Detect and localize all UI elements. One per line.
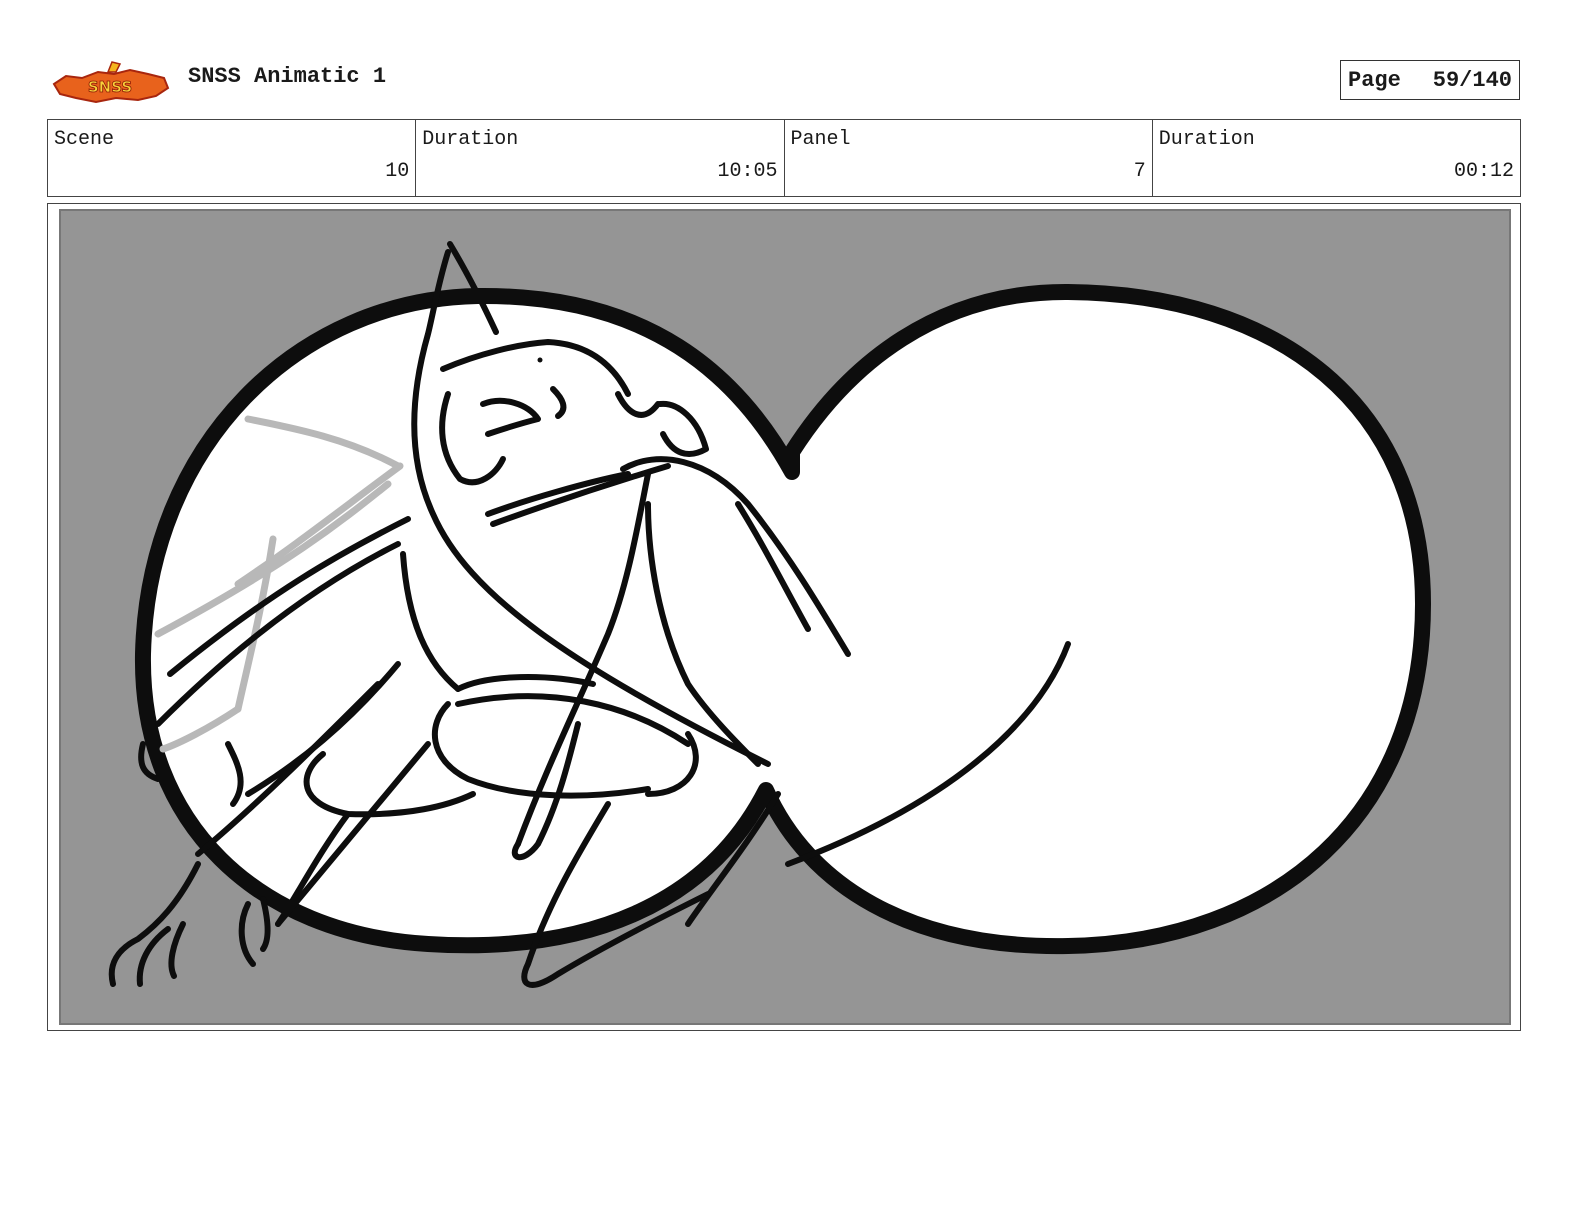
page-number: 59/140 xyxy=(1432,67,1512,93)
scene-duration-cell: Duration 10:05 xyxy=(416,120,785,196)
panel-duration-value: 00:12 xyxy=(1453,160,1514,183)
storyboard-panel xyxy=(47,203,1521,1031)
panel-value: 7 xyxy=(1133,160,1146,183)
panel-duration-label: Duration xyxy=(1158,128,1255,151)
scene-value: 10 xyxy=(385,160,410,183)
panel-info-table: Scene 10 Duration 10:05 Panel 7 Duration… xyxy=(47,119,1521,197)
page-indicator: Page 59/140 xyxy=(1340,60,1520,100)
show-logo: SNSS xyxy=(52,58,170,104)
page-label: Page xyxy=(1348,67,1401,93)
document-title: SNSS Animatic 1 xyxy=(188,64,387,89)
scene-duration-value: 10:05 xyxy=(717,160,778,183)
svg-text:SNSS: SNSS xyxy=(88,78,132,96)
scene-cell: Scene 10 xyxy=(48,120,417,196)
panel-cell: Panel 7 xyxy=(785,120,1153,196)
scene-duration-label: Duration xyxy=(422,128,519,151)
panel-label: Panel xyxy=(790,128,851,151)
panel-drawing xyxy=(59,209,1511,1025)
bird-eye xyxy=(537,357,543,363)
scene-label: Scene xyxy=(54,128,115,151)
panel-duration-cell: Duration 00:12 xyxy=(1153,120,1520,196)
